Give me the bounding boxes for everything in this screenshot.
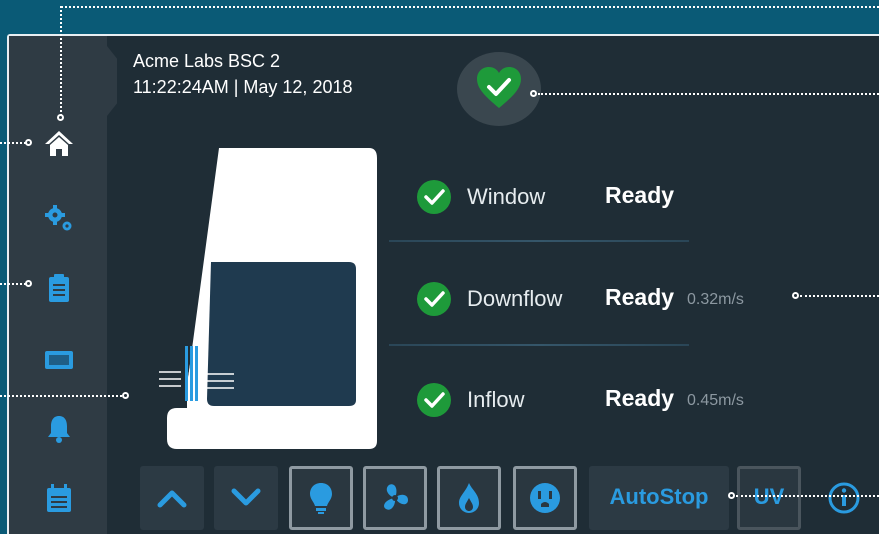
chevron-up-icon <box>157 490 187 508</box>
callout-line <box>0 142 26 144</box>
status-value: Ready <box>605 284 675 310</box>
callout-line <box>800 295 879 297</box>
lightbulb-icon <box>310 483 332 514</box>
status-value: Ready <box>605 182 675 208</box>
status-row-window: Window Ready <box>417 178 817 218</box>
callout-dot <box>25 139 32 146</box>
fan-toggle-button[interactable] <box>363 466 427 530</box>
cabinet-diagram <box>159 148 377 449</box>
display-icon[interactable] <box>43 344 75 376</box>
callout-dot <box>57 114 64 121</box>
autostop-label: AutoStop <box>609 484 709 509</box>
status-label: Window <box>467 184 546 209</box>
fan-icon <box>384 484 408 510</box>
gas-toggle-button[interactable] <box>437 466 501 530</box>
info-button[interactable] <box>809 466 879 530</box>
uv-label: UV <box>753 484 785 509</box>
downflow-velocity: 0.32m/s <box>687 291 744 308</box>
calendar-icon[interactable] <box>43 482 75 514</box>
outlet-toggle-button[interactable] <box>513 466 577 530</box>
callout-dot <box>25 280 32 287</box>
check-icon <box>417 180 451 214</box>
light-toggle-button[interactable] <box>289 466 353 530</box>
check-icon <box>417 383 451 417</box>
callout-line <box>60 6 62 116</box>
autostop-button[interactable]: AutoStop <box>589 466 729 530</box>
heart-check-icon <box>477 67 521 108</box>
callout-line <box>736 495 879 497</box>
flame-icon <box>459 483 479 513</box>
bell-icon[interactable] <box>43 412 75 444</box>
callout-dot <box>530 90 537 97</box>
sidebar-collapse-tab[interactable] <box>107 46 117 116</box>
chevron-down-icon <box>231 488 261 506</box>
home-icon[interactable] <box>43 128 75 160</box>
sash-down-button[interactable] <box>214 466 278 530</box>
callout-line <box>0 283 26 285</box>
callout-line <box>538 93 879 95</box>
sash-up-button[interactable] <box>140 466 204 530</box>
device-screen: Acme Labs BSC 2 11:22:24AM | May 12, 201… <box>7 34 879 534</box>
row-divider <box>389 240 689 242</box>
callout-line <box>61 6 879 8</box>
status-row-downflow: Downflow Ready 0.32m/s <box>417 280 817 320</box>
uv-button[interactable]: UV <box>737 466 801 530</box>
gear-icon[interactable] <box>43 202 75 234</box>
outlet-icon <box>530 483 560 513</box>
status-label: Inflow <box>467 387 525 412</box>
status-row-inflow: Inflow Ready 0.45m/s <box>417 381 817 421</box>
status-label: Downflow <box>467 286 563 311</box>
info-icon <box>828 482 860 514</box>
status-value: Ready <box>605 385 675 411</box>
callout-dot <box>792 292 799 299</box>
callout-dot <box>122 392 129 399</box>
overall-status[interactable] <box>457 52 541 126</box>
clipboard-icon[interactable] <box>43 272 75 304</box>
row-divider <box>389 344 689 346</box>
check-icon <box>417 282 451 316</box>
callout-dot <box>728 492 735 499</box>
sidebar <box>9 36 107 534</box>
inflow-velocity: 0.45m/s <box>687 392 744 409</box>
datetime: 11:22:24AM | May 12, 2018 <box>133 77 353 97</box>
device-name: Acme Labs BSC 2 <box>133 51 281 71</box>
callout-line <box>0 395 122 397</box>
